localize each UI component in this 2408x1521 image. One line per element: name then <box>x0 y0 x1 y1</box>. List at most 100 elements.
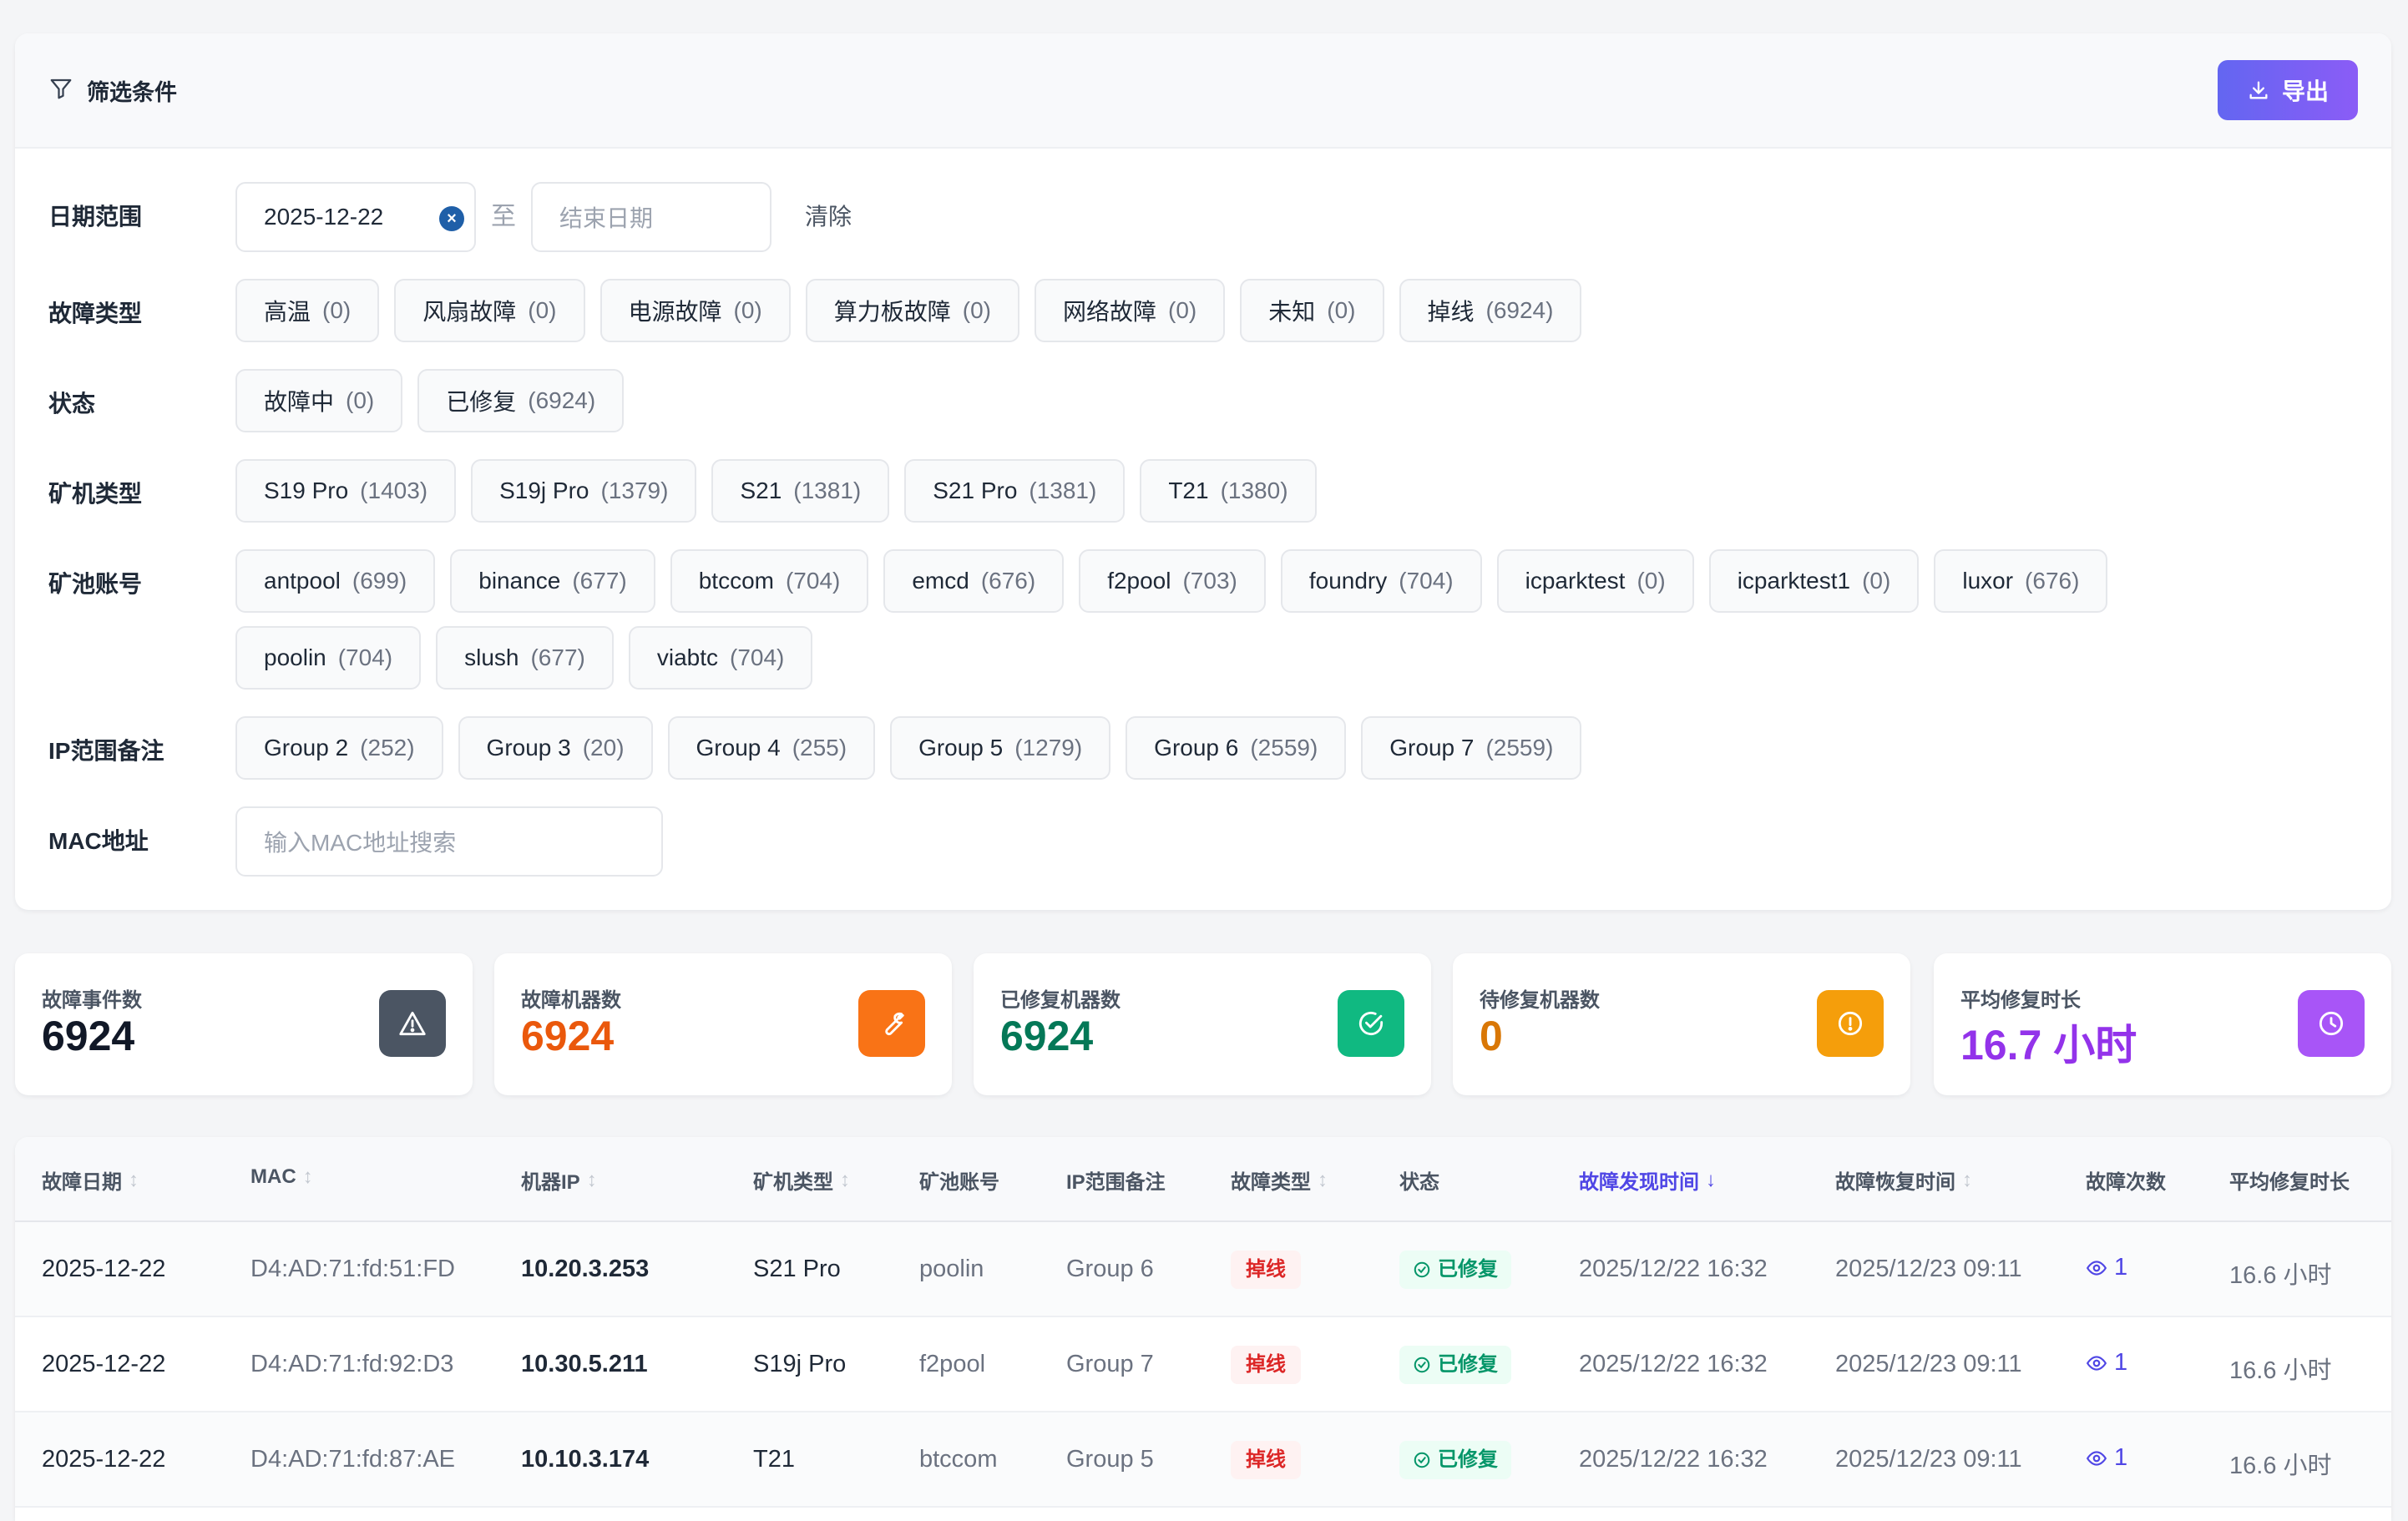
col-header-label: 故障类型 <box>1231 1171 1311 1194</box>
export-label: 导出 <box>2281 78 2329 104</box>
sort-icon[interactable]: ↕ <box>1962 1169 1972 1192</box>
cell-avg-repair: 16.6 小时 <box>2229 1357 2332 1384</box>
fault-count-link[interactable]: 1 <box>2086 1444 2127 1472</box>
clear-date-icon[interactable]: × <box>439 206 464 231</box>
miner-type-chip[interactable]: S21 (1381) <box>711 459 890 523</box>
table-row[interactable]: 2025-12-22 D4:AD:71:fd:92:D3 10.30.5.211 S1… <box>15 1317 2391 1412</box>
ip-range-chip[interactable]: Group 7 (2559) <box>1361 716 1582 780</box>
col-header-miner-type[interactable]: 矿机类型 ↕ <box>753 1165 850 1195</box>
pool-chip[interactable]: poolin (704) <box>235 626 422 690</box>
pool-chip[interactable]: btccom (704) <box>670 549 869 613</box>
pool-chip-name: foundry <box>1308 568 1388 594</box>
miner-type-chip-name: S19j Pro <box>499 478 589 503</box>
fault-type-chip[interactable]: 网络故障 (0) <box>1035 279 1226 342</box>
miner-type-chip[interactable]: S19j Pro (1379) <box>471 459 697 523</box>
clear-button[interactable]: 清除 <box>805 182 852 252</box>
pool-chip[interactable]: binance (677) <box>450 549 655 613</box>
col-header-ip[interactable]: 机器IP ↕ <box>521 1165 597 1195</box>
mac-search-input[interactable]: 输入MAC地址搜索 <box>235 806 663 877</box>
miner-type-chip[interactable]: T21 (1380) <box>1140 459 1317 523</box>
cell-miner-type: S19j Pro <box>753 1351 847 1377</box>
status-chip[interactable]: 已修复 (6924) <box>417 369 625 432</box>
miner-type-chip[interactable]: S19 Pro (1403) <box>235 459 457 523</box>
pool-chip[interactable]: emcd (676) <box>883 549 1065 613</box>
fault-type-chip[interactable]: 未知 (0) <box>1240 279 1384 342</box>
miner-type-chip-name: S21 Pro <box>933 478 1018 503</box>
col-header-mac[interactable]: MAC ↕ <box>250 1165 313 1189</box>
miner-type-chips: S19 Pro (1403) S19j Pro (1379) S21 (1381) S21 … <box>235 459 2365 523</box>
end-date-placeholder: 结束日期 <box>559 205 654 231</box>
fault-type-chip[interactable]: 高温 (0) <box>235 279 380 342</box>
fault-type-chip-count: (0) <box>322 297 352 323</box>
col-header-fault-type[interactable]: 故障类型 ↕ <box>1231 1165 1328 1195</box>
status-chip-name: 故障中 <box>264 389 335 415</box>
pool-chip[interactable]: antpool (699) <box>235 549 436 613</box>
cell-mac: D4:AD:71:fd:51:FD <box>250 1256 455 1282</box>
pool-chip[interactable]: viabtc (704) <box>628 626 813 690</box>
fault-type-row: 故障类型 高温 (0) 风扇故障 (0) 电源故障 (0) 算力板故障 (0) 网络故障 (0) 未… <box>48 279 2365 342</box>
fault-type-chip[interactable]: 风扇故障 (0) <box>394 279 585 342</box>
ip-range-chip[interactable]: Group 2 (252) <box>235 716 443 780</box>
sort-icon[interactable]: ↕ <box>129 1169 139 1192</box>
status-label: 状态 <box>48 391 96 417</box>
miner-type-chip[interactable]: S21 Pro (1381) <box>904 459 1126 523</box>
sort-icon[interactable]: ↕ <box>1318 1169 1328 1192</box>
pool-chip[interactable]: icparktest (0) <box>1496 549 1694 613</box>
col-header-found-time[interactable]: 故障发现时间 ↓ <box>1579 1165 1716 1195</box>
check-circle-icon <box>1358 1011 1384 1036</box>
eye-icon <box>2086 1450 2107 1466</box>
ip-range-chip[interactable]: Group 4 (255) <box>667 716 876 780</box>
sort-icon[interactable]: ↓ <box>1706 1169 1716 1192</box>
status-text: 已修复 <box>1438 1258 1498 1281</box>
sort-icon[interactable]: ↕ <box>303 1165 313 1189</box>
ip-range-chip[interactable]: Group 5 (1279) <box>890 716 1111 780</box>
pool-chip[interactable]: luxor (676) <box>1934 549 2108 613</box>
filter-panel: 筛选条件 导出 日期范围 2025-12-22 × 至 结束日期 清除 故障类型… <box>15 33 2391 910</box>
warning-icon-box <box>379 990 446 1057</box>
fault-count-link[interactable]: 1 <box>2086 1349 2127 1377</box>
sort-icon[interactable]: ↕ <box>840 1169 850 1192</box>
date-separator: 至 <box>491 203 516 230</box>
eye-icon <box>2086 1260 2107 1276</box>
date-range-row: 日期范围 2025-12-22 × 至 结束日期 清除 <box>48 182 852 252</box>
pool-chip-name: luxor <box>1962 568 2014 594</box>
start-date-input[interactable]: 2025-12-22 × <box>235 182 476 252</box>
start-date-value: 2025-12-22 <box>264 204 384 230</box>
pool-chip[interactable]: icparktest1 (0) <box>1708 549 1920 613</box>
fault-type-badge: 掉线 <box>1231 1251 1301 1289</box>
fault-type-chip[interactable]: 掉线 (6924) <box>1399 279 1582 342</box>
status-row: 状态 故障中 (0) 已修复 (6924) <box>48 369 2365 432</box>
table-row[interactable]: 2025-12-22 D4:AD:71:fd:87:AE 10.10.3.174 T2… <box>15 1412 2391 1508</box>
fault-type-chip[interactable]: 算力板故障 (0) <box>805 279 1019 342</box>
status-badge: 已修复 <box>1399 1251 1511 1289</box>
ip-range-chip[interactable]: Group 3 (20) <box>458 716 653 780</box>
table-row[interactable]: 2025-12-22 D4:AD:71:fd:51:FD 10.20.3.253 S2… <box>15 1222 2391 1317</box>
status-chip[interactable]: 故障中 (0) <box>235 369 403 432</box>
col-header-ip-range: IP范围备注 <box>1066 1165 1166 1195</box>
table-header: 故障日期 ↕ MAC ↕ 机器IP ↕ 矿机类型 ↕ 矿池账号 IP范围备注 故障类型 ↕ 状态 故障发现… <box>15 1137 2391 1222</box>
mac-label: MAC地址 <box>48 828 149 854</box>
pool-chip[interactable]: f2pool (703) <box>1079 549 1266 613</box>
cell-ip: 10.10.3.174 <box>521 1446 650 1473</box>
cell-found-time: 2025/12/22 16:32 <box>1579 1256 1768 1282</box>
col-header-recovered-time[interactable]: 故障恢复时间 ↕ <box>1835 1165 1972 1195</box>
fault-type-chip-count: (0) <box>733 297 762 323</box>
end-date-input[interactable]: 结束日期 <box>531 182 771 252</box>
ip-range-chip[interactable]: Group 6 (2559) <box>1126 716 1347 780</box>
ip-range-chip-name: Group 4 <box>696 735 781 760</box>
status-chips: 故障中 (0) 已修复 (6924) <box>235 369 2365 432</box>
pool-chip-name: btccom <box>698 568 774 594</box>
clock-icon-box <box>2298 990 2365 1057</box>
wrench-icon-box <box>858 990 925 1057</box>
fault-type-chip[interactable]: 电源故障 (0) <box>599 279 791 342</box>
fault-count-value: 1 <box>2114 1254 2128 1281</box>
pool-chip-count: (704) <box>730 644 785 670</box>
pool-chip[interactable]: foundry (704) <box>1280 549 1482 613</box>
sort-icon[interactable]: ↕ <box>587 1169 597 1192</box>
export-button[interactable]: 导出 <box>2218 60 2358 120</box>
cell-date: 2025-12-22 <box>42 1446 166 1473</box>
col-header-date[interactable]: 故障日期 ↕ <box>42 1165 139 1195</box>
fault-count-link[interactable]: 1 <box>2086 1254 2127 1281</box>
pool-chip[interactable]: slush (677) <box>436 626 614 690</box>
cell-recovered-time: 2025/12/23 09:11 <box>1835 1351 2022 1377</box>
